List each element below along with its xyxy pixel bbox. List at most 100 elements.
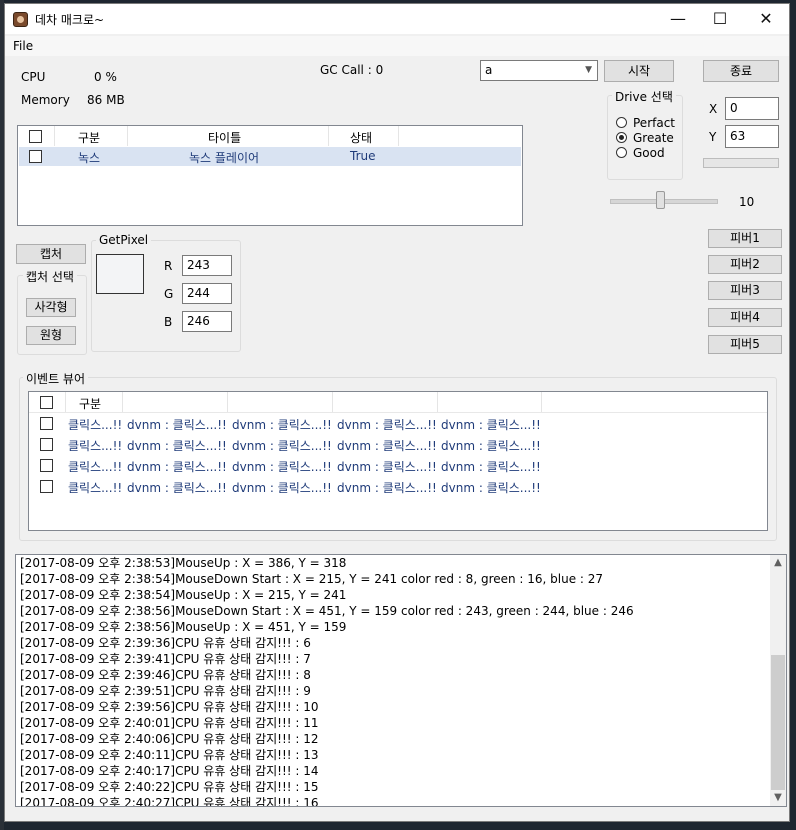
- maximize-button[interactable]: ☐: [697, 4, 743, 34]
- log-line: [2017-08-09 오후 2:39:56]CPU 유휴 상태 감지!!! :…: [20, 700, 319, 714]
- radio-good-indicator[interactable]: [616, 147, 627, 158]
- header-separator: [54, 126, 55, 146]
- event-list[interactable]: 구분 클릭스...!! dvnm : 클릭스...!! dvnm : 클릭스..…: [28, 391, 768, 531]
- progress-bar: [703, 158, 779, 168]
- menu-file[interactable]: File: [13, 39, 33, 53]
- event-cell: dvnm : 클릭스...!!: [337, 481, 437, 495]
- log-line: [2017-08-09 오후 2:39:36]CPU 유휴 상태 감지!!! :…: [20, 636, 311, 650]
- radio-greate-indicator[interactable]: [616, 132, 627, 143]
- log-textbox[interactable]: [2017-08-09 오후 2:38:53]MouseUp : X = 386…: [15, 554, 787, 807]
- scroll-up-icon[interactable]: ▲: [770, 555, 786, 571]
- event-cell: dvnm : 클릭스...!!: [337, 418, 437, 432]
- event-cell: 클릭스...!!: [68, 418, 123, 432]
- log-line: [2017-08-09 오후 2:38:56]MouseUp : X = 451…: [20, 620, 347, 634]
- window-list[interactable]: 구분 타이틀 상태 녹스 녹스 플레이어 True: [17, 125, 523, 226]
- event-list-row[interactable]: 클릭스...!! dvnm : 클릭스...!! dvnm : 클릭스...!!…: [29, 477, 767, 496]
- fever1-button[interactable]: 피버1: [708, 229, 782, 248]
- event-list-header: 구분: [29, 392, 767, 413]
- window-list-row[interactable]: 녹스 녹스 플레이어 True: [19, 147, 521, 166]
- header-separator: [328, 126, 329, 146]
- close-button[interactable]: ✕: [743, 4, 789, 34]
- event-viewer-title: 이벤트 뷰어: [23, 370, 89, 387]
- target-combo[interactable]: a ▼: [480, 60, 598, 81]
- cpu-label: CPU: [21, 70, 46, 84]
- event-cell: dvnm : 클릭스...!!: [337, 460, 437, 474]
- slider-thumb[interactable]: [656, 191, 665, 209]
- log-line: [2017-08-09 오후 2:39:51]CPU 유휴 상태 감지!!! :…: [20, 684, 311, 698]
- window-list-row-title: 녹스 플레이어: [189, 151, 260, 165]
- header-separator: [332, 392, 333, 412]
- getpixel-title: GetPixel: [96, 233, 152, 247]
- start-button[interactable]: 시작: [604, 60, 674, 82]
- event-row-checkbox[interactable]: [40, 459, 53, 472]
- event-list-row[interactable]: 클릭스...!! dvnm : 클릭스...!! dvnm : 클릭스...!!…: [29, 414, 767, 433]
- event-cell: dvnm : 클릭스...!!: [232, 439, 332, 453]
- event-list-select-all-checkbox[interactable]: [40, 396, 53, 409]
- log-line: [2017-08-09 오후 2:40:17]CPU 유휴 상태 감지!!! :…: [20, 764, 319, 778]
- window-list-header: 구분 타이틀 상태: [18, 126, 522, 146]
- window-list-col-type[interactable]: 구분: [78, 129, 100, 146]
- event-row-checkbox[interactable]: [40, 438, 53, 451]
- event-row-checkbox[interactable]: [40, 417, 53, 430]
- header-separator: [65, 392, 66, 412]
- g-label: G: [164, 287, 174, 301]
- event-cell: dvnm : 클릭스...!!: [441, 460, 541, 474]
- b-input[interactable]: 246: [182, 311, 232, 332]
- memory-label: Memory: [21, 93, 70, 107]
- event-cell: dvnm : 클릭스...!!: [232, 481, 332, 495]
- radio-perfact-label: Perfact: [633, 116, 676, 130]
- target-combo-value: a: [485, 63, 493, 77]
- event-row-checkbox[interactable]: [40, 480, 53, 493]
- log-line: [2017-08-09 오후 2:38:56]MouseDown Start :…: [20, 604, 634, 618]
- event-list-row[interactable]: 클릭스...!! dvnm : 클릭스...!! dvnm : 클릭스...!!…: [29, 435, 767, 454]
- y-input[interactable]: 63: [725, 125, 779, 148]
- chevron-down-icon: ▼: [585, 65, 592, 75]
- log-line: [2017-08-09 오후 2:39:41]CPU 유휴 상태 감지!!! :…: [20, 652, 311, 666]
- log-line: [2017-08-09 오후 2:40:01]CPU 유휴 상태 감지!!! :…: [20, 716, 319, 730]
- minimize-button[interactable]: —: [655, 4, 701, 34]
- event-list-col-type[interactable]: 구분: [79, 395, 101, 412]
- fever2-button[interactable]: 피버2: [708, 255, 782, 274]
- title-bar[interactable]: 데차 매크로~ — ☐ ✕: [5, 4, 789, 34]
- scroll-down-icon[interactable]: ▼: [770, 790, 786, 806]
- log-line: [2017-08-09 오후 2:39:46]CPU 유휴 상태 감지!!! :…: [20, 668, 311, 682]
- slider-value: 10: [739, 195, 755, 209]
- event-cell: dvnm : 클릭스...!!: [127, 418, 227, 432]
- g-input[interactable]: 244: [182, 283, 232, 304]
- app-icon: [13, 12, 28, 27]
- log-line: [2017-08-09 오후 2:38:54]MouseDown Start :…: [20, 572, 604, 586]
- circle-capture-button[interactable]: 원형: [26, 326, 76, 345]
- fever4-button[interactable]: 피버4: [708, 308, 782, 327]
- log-line: [2017-08-09 오후 2:40:27]CPU 유휴 상태 감지!!! :…: [20, 796, 319, 807]
- fever5-button[interactable]: 피버5: [708, 335, 782, 354]
- y-label: Y: [709, 130, 717, 144]
- header-separator: [127, 126, 128, 146]
- pixel-color-preview: [96, 254, 144, 294]
- event-cell: dvnm : 클릭스...!!: [232, 460, 332, 474]
- end-button[interactable]: 종료: [703, 60, 779, 82]
- event-cell: dvnm : 클릭스...!!: [127, 460, 227, 474]
- radio-perfact-indicator[interactable]: [616, 117, 627, 128]
- header-separator: [227, 392, 228, 412]
- header-separator: [541, 392, 542, 412]
- log-scrollbar[interactable]: ▲ ▼: [770, 555, 786, 806]
- r-input[interactable]: 243: [182, 255, 232, 276]
- window-list-row-checkbox[interactable]: [29, 150, 42, 163]
- window-list-col-status[interactable]: 상태: [350, 129, 372, 146]
- capture-select-title: 캡처 선택: [23, 268, 77, 285]
- event-list-row[interactable]: 클릭스...!! dvnm : 클릭스...!! dvnm : 클릭스...!!…: [29, 456, 767, 475]
- capture-button[interactable]: 캡처: [16, 244, 86, 264]
- gc-call-label: GC Call : 0: [320, 63, 384, 77]
- event-cell: dvnm : 클릭스...!!: [441, 418, 541, 432]
- window-title: 데차 매크로~: [35, 13, 105, 27]
- window-list-row-type: 녹스: [78, 151, 101, 165]
- x-input[interactable]: 0: [725, 97, 779, 120]
- drive-group-title: Drive 선택: [612, 88, 676, 105]
- rect-capture-button[interactable]: 사각형: [26, 298, 76, 317]
- scrollbar-thumb[interactable]: [771, 655, 785, 790]
- window-list-col-title[interactable]: 타이틀: [208, 129, 241, 146]
- log-line: [2017-08-09 오후 2:40:22]CPU 유휴 상태 감지!!! :…: [20, 780, 319, 794]
- fever3-button[interactable]: 피버3: [708, 281, 782, 300]
- radio-greate-label: Greate: [633, 131, 674, 145]
- window-list-select-all-checkbox[interactable]: [29, 130, 42, 143]
